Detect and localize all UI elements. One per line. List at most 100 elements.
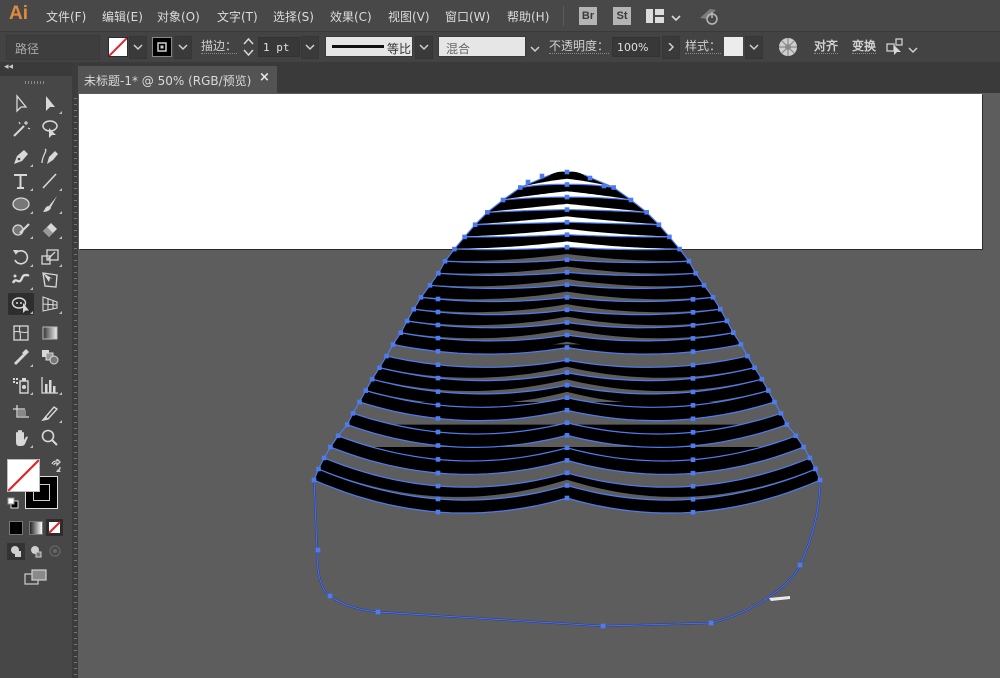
anchor-point [398, 330, 403, 335]
anchor-point [611, 185, 616, 190]
anchor-point [564, 282, 570, 288]
anchor-point [377, 365, 382, 370]
artwork-layer[interactable] [0, 0, 1000, 678]
anchor-point [564, 194, 570, 200]
anchor-point [328, 444, 333, 450]
anchor-point [384, 353, 389, 359]
anchor-point [435, 509, 441, 515]
anchor-point [766, 388, 771, 393]
anchor-point [690, 376, 696, 381]
anchor-point [525, 179, 531, 185]
anchor-point [435, 362, 441, 367]
anchor-point [435, 443, 441, 448]
anchor-point [710, 295, 716, 300]
anchor-point [357, 399, 362, 405]
anchor-point [442, 258, 448, 264]
anchor-point [564, 433, 570, 438]
anchor-point [564, 244, 570, 250]
anchor-point [677, 246, 682, 252]
anchor-point [690, 349, 696, 354]
anchor-point [350, 411, 356, 416]
anchor-point [752, 365, 757, 370]
anchor-point [817, 477, 823, 483]
anchor-point [363, 388, 368, 393]
anchor-point [793, 433, 799, 439]
anchor-point [690, 336, 696, 341]
anchor-point [813, 466, 818, 472]
anchor-point [667, 234, 672, 240]
anchor-point [564, 458, 570, 463]
anchor-point [462, 234, 467, 240]
anchor-point [600, 623, 606, 629]
anchor-point [731, 330, 736, 335]
anchor-point [690, 430, 696, 435]
anchor-point [435, 496, 441, 502]
anchor-point [435, 402, 441, 408]
anchor-point [772, 399, 777, 405]
anchor-point [435, 322, 441, 328]
anchor-point [601, 183, 607, 189]
anchor-point [564, 395, 570, 400]
anchor-point [564, 182, 570, 187]
anchor-point [390, 342, 396, 347]
anchor-point [472, 222, 478, 227]
anchor-point [807, 455, 813, 461]
anchor-point [686, 258, 692, 264]
anchor-point [628, 197, 634, 203]
anchor-point [656, 222, 662, 227]
anchor-point [375, 609, 381, 615]
anchor-point [564, 232, 570, 237]
anchor-point [369, 376, 375, 382]
anchor-point [564, 495, 570, 501]
anchor-point [564, 420, 570, 426]
anchor-point [335, 433, 341, 439]
anchor-point [435, 296, 441, 302]
anchor-point [690, 297, 696, 302]
anchor-point [564, 483, 570, 488]
anchor-point [564, 370, 570, 375]
anchor-point [778, 411, 784, 416]
anchor-point [587, 175, 593, 181]
anchor-point [690, 323, 696, 328]
anchor-point [564, 207, 570, 212]
anchor-point [784, 422, 790, 427]
anchor-point [404, 318, 410, 324]
anchor-point [759, 376, 765, 382]
anchor-point [564, 169, 570, 175]
anchor-point [690, 389, 696, 395]
anchor-point [801, 444, 806, 450]
anchor-point [564, 307, 570, 313]
anchor-point [418, 295, 424, 300]
anchor-point [321, 455, 327, 461]
anchor-point [564, 257, 570, 263]
anchor-point [724, 318, 730, 324]
anchor-point [427, 283, 433, 288]
anchor-point [564, 357, 570, 363]
anchor-point [435, 429, 441, 435]
anchor-point [435, 457, 441, 462]
anchor-point [564, 345, 570, 350]
anchor-point [411, 306, 416, 312]
anchor-point [435, 349, 441, 354]
anchor-point [564, 320, 570, 325]
anchor-point [690, 416, 696, 422]
anchor-point [435, 375, 441, 381]
anchor-point [500, 197, 506, 203]
anchor-point [708, 620, 714, 626]
anchor-point [690, 496, 696, 502]
anchor-point [690, 470, 696, 476]
anchor-point [564, 295, 570, 300]
anchor-point [693, 271, 698, 276]
anchor-point [690, 403, 696, 408]
anchor-point [564, 219, 570, 225]
anchor-point [690, 310, 696, 315]
anchor-point [690, 457, 696, 462]
anchor-point [311, 477, 317, 483]
anchor-point [564, 382, 570, 388]
anchor-point [435, 483, 441, 489]
anchor-point [435, 470, 441, 476]
anchor-point [738, 342, 744, 347]
anchor-point [485, 210, 490, 215]
anchor-point [452, 246, 457, 252]
anchor-point [690, 362, 696, 368]
